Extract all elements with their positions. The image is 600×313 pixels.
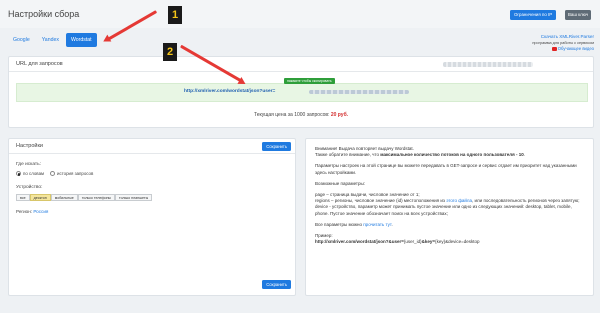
price-info: Текущая цена за 1000 запросов: 20 руб. [9, 112, 593, 118]
api-url[interactable]: http://xmlriver.com/wordstat/json?user= [184, 89, 275, 94]
example-url-a: http://xmlriver.com/wordstat/json?&user= [315, 239, 404, 245]
radio-history-dot[interactable] [50, 171, 56, 177]
example-url-b: {user_id} [403, 239, 422, 245]
device-phones[interactable]: только телефоны [77, 194, 116, 201]
settings-title: Настройки [16, 143, 43, 149]
params-note: Все параметры можно [315, 221, 364, 227]
region-row: Регион: Россия [16, 209, 48, 214]
info-dot: . [523, 152, 526, 158]
radio-history-label: история запросов [57, 171, 94, 176]
url-panel-title: URL для запросов [16, 61, 63, 67]
regions-file-link[interactable]: этого файла [446, 198, 472, 203]
annotation-badge-1: 1 [168, 6, 182, 24]
copy-tooltip: нажмите чтобы скопировать [284, 78, 335, 84]
save-button-bottom[interactable]: Сохранить [262, 280, 291, 289]
settings-header: Настройки Сохранить [9, 139, 295, 154]
blurred-url-credentials [309, 90, 409, 94]
info-p5: Все параметры можно прочитать тут. [315, 222, 584, 228]
info-p3: Возможные параметры: [315, 180, 365, 186]
device-all[interactable]: все [16, 194, 30, 201]
page-title: Настройки сбора [8, 9, 80, 19]
device-mobile[interactable]: мобильные [50, 194, 78, 201]
radio-words[interactable]: по словам [16, 171, 45, 177]
key-button[interactable]: Ваш ключ [565, 10, 592, 20]
download-parser-link[interactable]: Скачать XMLRiver.Parser [541, 34, 594, 39]
settings-panel: Настройки Сохранить Где искать: по слова… [8, 138, 296, 296]
info-text: Внимание! Выдача повторяет выдачу Wordst… [315, 146, 584, 245]
device-tablets[interactable]: только планшеты [115, 194, 153, 201]
info-note: Также обратите внимание, что [315, 152, 381, 158]
info-threads: максимальное количество потоков на одног… [380, 152, 524, 158]
info-panel: Внимание! Выдача повторяет выдачу Wordst… [305, 138, 594, 296]
example-url-e: &device=desktop [445, 239, 480, 245]
param-regions: regions – регионы, числовое значение (id… [315, 198, 447, 204]
radio-history[interactable]: история запросов [50, 171, 94, 177]
engine-tabs: Google Yandex Wordstat [8, 33, 97, 47]
example-url: http://xmlriver.com/wordstat/json?&user=… [315, 239, 479, 244]
price-text: Текущая цена за 1000 запросов: [253, 112, 331, 118]
info-p4: page – страница выдачи, числовое значени… [315, 192, 584, 217]
device-desktop[interactable]: десктоп [29, 194, 51, 201]
tab-yandex[interactable]: Yandex [37, 33, 64, 47]
tutorial-video-label: Обучающее видео [557, 46, 594, 51]
url-panel-header: URL для запросов [9, 57, 593, 72]
example-url-d: {key} [435, 239, 446, 245]
info-p2: Параметры настроек на этой странице вы м… [315, 163, 577, 175]
radio-words-label: по словам [23, 171, 45, 176]
info-warning: Внимание! Выдача повторяет выдачу Wordst… [315, 146, 414, 151]
param-regions-tail: , или последовательность регионов через … [472, 198, 580, 204]
read-here-link[interactable]: прочитать тут [363, 222, 391, 227]
device-selector: все десктоп мобильные только телефоны то… [16, 194, 153, 201]
tutorial-video-link[interactable]: Обучающее видео [551, 46, 594, 51]
tab-google[interactable]: Google [8, 33, 35, 47]
example-label: Пример: [315, 233, 333, 239]
param-device: device - устройство, параметр может прин… [315, 204, 572, 216]
save-button-top[interactable]: Сохранить [262, 142, 291, 151]
radio-words-dot[interactable] [16, 171, 21, 177]
url-panel: URL для запросов нажмите чтобы скопирова… [8, 56, 594, 128]
param-page: page – страница выдачи, числовое значени… [315, 192, 420, 198]
params-dot: . [391, 221, 393, 227]
price-value: 20 руб. [330, 112, 349, 118]
device-label: Устройство: [16, 185, 43, 190]
youtube-icon [551, 47, 557, 51]
blurred-key [443, 62, 533, 67]
search-label: Где искать: [16, 162, 41, 167]
tab-wordstat[interactable]: Wordstat [65, 33, 97, 47]
info-p1: Внимание! Выдача повторяет выдачу Wordst… [315, 146, 584, 158]
ip-limits-button[interactable]: Ограничения по IP [510, 10, 557, 20]
search-mode-radios: по словам история запросов [16, 171, 94, 177]
api-url-box[interactable] [16, 83, 588, 102]
example-url-c: &key= [421, 239, 436, 245]
info-example: Пример: http://xmlriver.com/wordstat/jso… [315, 233, 584, 245]
annotation-badge-2: 2 [163, 43, 177, 61]
download-subtitle: программа для работы с сервисом [532, 41, 594, 45]
region-label: Регион: [16, 209, 34, 214]
top-bar: Настройки сбора Ограничения по IP Ваш кл… [0, 0, 600, 28]
region-value[interactable]: Россия [33, 209, 48, 214]
